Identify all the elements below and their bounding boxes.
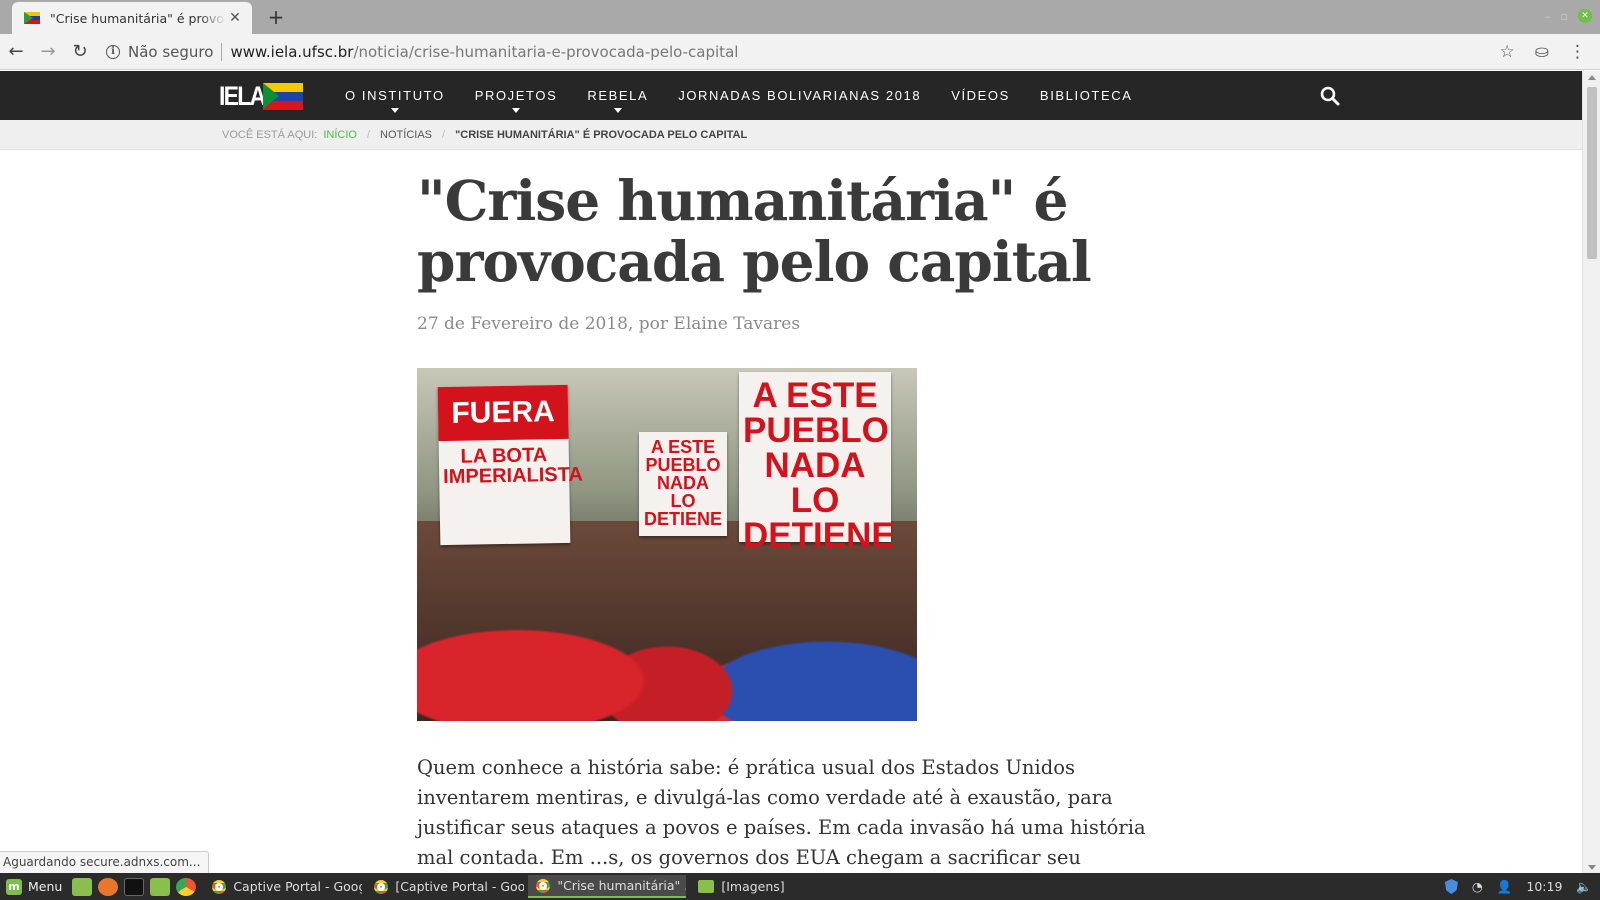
taskbar-item-label: "Crise humanitária" ... [557, 878, 687, 893]
photo-sign-small: A ESTE PUEBLO NADA LO DETIENE [639, 432, 727, 536]
reload-icon[interactable]: ↻ [64, 41, 96, 62]
logo-flag-icon [263, 83, 303, 110]
toolbar-actions: ☆ ⛀ ⋮ [1500, 42, 1587, 62]
nav-item-jornadas-bolivarianas[interactable]: JORNADAS BOLIVARIANAS 2018 [663, 71, 936, 120]
files-icon[interactable] [150, 877, 171, 896]
taskbar-item-label: [Captive Portal - Goo... [395, 879, 525, 894]
site-favicon-icon [24, 12, 40, 24]
star-icon[interactable]: ☆ [1500, 42, 1515, 62]
quick-launchers [72, 877, 197, 896]
scroll-down-icon[interactable] [1588, 865, 1596, 870]
nav-item-videos[interactable]: VÍDEOS [936, 71, 1025, 120]
taskbar-item-imagens[interactable]: [Imagens] [690, 875, 848, 898]
tab-strip: "Crise humanitária" é provocada pelo cap… [0, 0, 1600, 34]
photo-sign-fuera: FUERA LA BOTA IMPERIALISTA [437, 384, 583, 546]
main-menu: O INSTITUTO PROJETOS REBELA JORNADAS BOL… [330, 71, 1148, 120]
security-label[interactable]: Não seguro [128, 43, 213, 61]
article-photo: FUERA LA BOTA IMPERIALISTA A ESTE PUEBLO… [417, 368, 917, 721]
tab-title: "Crise humanitária" é provocada pelo cap… [50, 10, 226, 26]
incognito-icon[interactable]: ⛀ [1535, 42, 1549, 62]
nav-item-o-instituto[interactable]: O INSTITUTO [330, 71, 460, 120]
back-arrow-icon[interactable]: ← [0, 41, 32, 62]
mint-logo-icon: m [6, 878, 22, 895]
sign1-bottom-text: LA BOTA IMPERIALISTA [443, 444, 584, 489]
sign1-top-text: FUERA [437, 384, 569, 442]
maximize-icon[interactable]: ▫ [1561, 10, 1568, 23]
breadcrumb-separator: / [366, 128, 371, 141]
article: "Crise humanitária" é provocada pelo cap… [417, 150, 1177, 900]
taskbar-item-captive-portal-2[interactable]: [Captive Portal - Goo... [366, 875, 524, 898]
page-title: "Crise humanitária" é provocada pelo cap… [417, 168, 1092, 294]
folder-icon [698, 880, 715, 893]
chrome-icon [536, 878, 551, 893]
nav-item-biblioteca[interactable]: BIBLIOTECA [1025, 71, 1148, 120]
shield-icon[interactable] [1444, 879, 1458, 894]
window-controls: – ▫ ✕ [1545, 9, 1592, 23]
taskbar-item-label: [Imagens] [721, 879, 785, 894]
breadcrumb-section-link[interactable]: NOTÍCIAS [380, 129, 432, 141]
chrome-launcher-icon[interactable] [176, 877, 197, 896]
taskbar-item-label: Captive Portal - Goog... [233, 879, 362, 894]
os-taskbar: m Menu Captive Portal - Goog... [Captive… [0, 873, 1600, 900]
nav-item-rebela[interactable]: REBELA [572, 71, 663, 120]
article-byline: 27 de Fevereiro de 2018, por Elaine Tava… [417, 314, 801, 334]
scroll-up-icon[interactable] [1588, 75, 1596, 80]
photo-sign-large: A ESTE PUEBLO NADA LO DETIENE [739, 372, 895, 553]
url-host[interactable]: www.iela.ufsc.br [230, 43, 353, 61]
chrome-icon [374, 879, 389, 894]
minimize-icon[interactable]: – [1545, 10, 1551, 23]
logo-text: IELA [219, 81, 266, 111]
browser-tab-active[interactable]: "Crise humanitária" é provocada pelo cap… [12, 2, 252, 34]
breadcrumb-current: "CRISE HUMANITÁRIA" É PROVOCADA PELO CAP… [455, 128, 748, 141]
window-close-icon[interactable]: ✕ [1578, 9, 1592, 23]
close-tab-icon[interactable]: ✕ [226, 10, 244, 26]
nav-item-projetos[interactable]: PROJETOS [460, 71, 573, 120]
taskbar-item-crise-humanitaria[interactable]: "Crise humanitária" ... [528, 875, 687, 898]
show-desktop-icon[interactable] [72, 877, 93, 896]
new-tab-button[interactable]: + [264, 5, 288, 29]
site-logo[interactable]: IELA [219, 81, 303, 111]
search-icon[interactable] [1320, 86, 1340, 106]
volume-icon[interactable]: 🔈 [1576, 879, 1592, 895]
terminal-icon[interactable] [124, 877, 145, 896]
firefox-icon[interactable] [98, 877, 119, 896]
system-tray: ◔ 👤 10:19 🔈 [1444, 879, 1600, 895]
start-menu-button[interactable]: m Menu [0, 878, 72, 895]
clock[interactable]: 10:19 [1526, 879, 1562, 894]
kebab-menu-icon[interactable]: ⋮ [1569, 42, 1586, 62]
address-bar[interactable]: i Não seguro www.iela.ufsc.br /noticia/c… [106, 38, 1500, 66]
menu-label: Menu [28, 879, 63, 894]
breadcrumb-home-link[interactable]: INÍCIO [323, 129, 357, 141]
info-icon[interactable]: i [106, 44, 120, 59]
loading-status: Aguardando secure.adnxs.com... [0, 851, 210, 873]
taskbar-item-captive-portal-1[interactable]: Captive Portal - Goog... [204, 875, 362, 898]
wifi-icon[interactable]: ◔ [1472, 879, 1483, 894]
url-divider [221, 42, 223, 61]
breadcrumb-prefix: VOCÊ ESTÁ AQUI: [222, 128, 318, 141]
forward-arrow-icon[interactable]: → [32, 41, 64, 62]
browser-toolbar: ← → ↻ i Não seguro www.iela.ufsc.br /not… [0, 34, 1600, 70]
breadcrumb: VOCÊ ESTÁ AQUI: INÍCIO / NOTÍCIAS / "CRI… [0, 120, 1582, 150]
page-scrollbar[interactable] [1582, 71, 1600, 874]
breadcrumb-separator: / [442, 128, 446, 141]
chrome-icon [212, 879, 227, 894]
url-path[interactable]: /noticia/crise-humanitaria-e-provocada-p… [353, 43, 738, 61]
scrollbar-thumb[interactable] [1587, 87, 1597, 259]
site-navbar: IELA O INSTITUTO PROJETOS REBELA JORNADA… [0, 71, 1582, 120]
user-icon[interactable]: 👤 [1497, 879, 1513, 895]
